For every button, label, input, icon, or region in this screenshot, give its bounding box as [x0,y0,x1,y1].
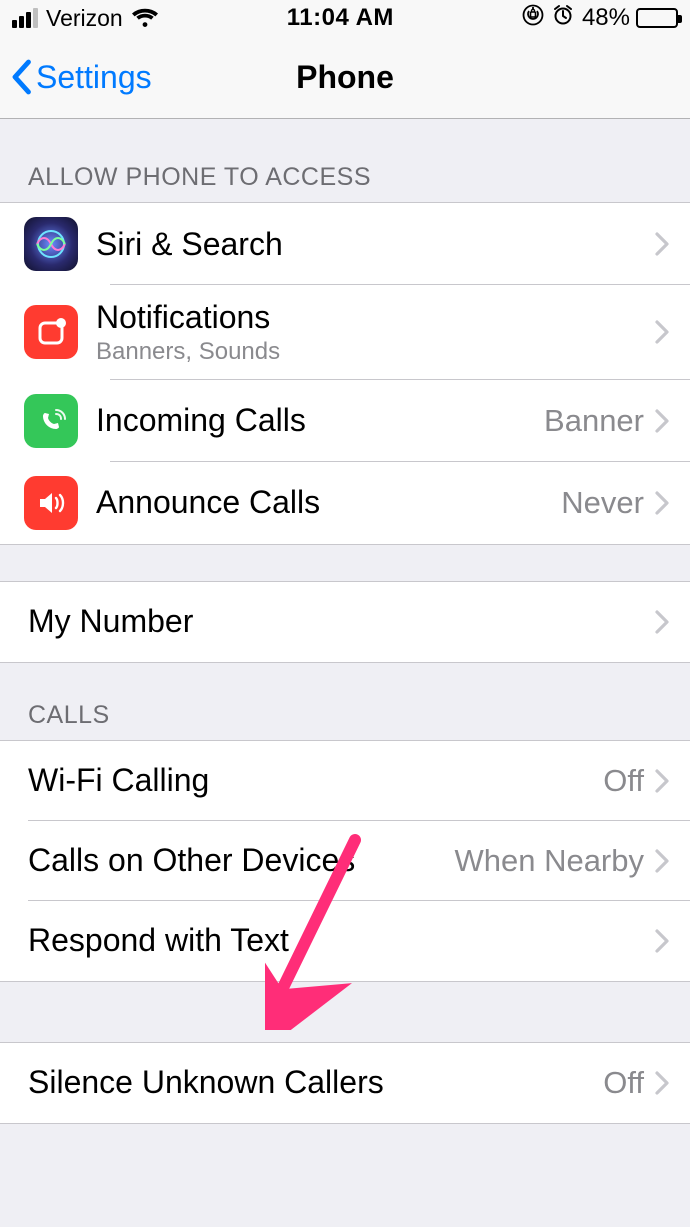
speaker-icon [24,476,78,530]
back-button[interactable]: Settings [0,59,152,96]
row-label: Siri & Search [96,226,654,263]
row-label: Announce Calls [96,484,561,521]
alarm-icon [552,4,574,33]
group-allow-access: Siri & Search Notifications Banners, Sou… [0,202,690,545]
battery-percent-label: 48% [582,4,630,32]
status-left: Verizon [12,5,159,32]
row-silence-unknown-callers[interactable]: Silence Unknown Callers Off [0,1043,690,1123]
chevron-right-icon [654,928,670,954]
notifications-icon [24,305,78,359]
row-notifications[interactable]: Notifications Banners, Sounds [0,285,690,380]
section-header-allow-access: Allow Phone to Access [0,119,690,202]
group-silence: Silence Unknown Callers Off [0,1042,690,1124]
row-announce-calls[interactable]: Announce Calls Never [0,462,690,544]
battery-indicator: 48% [582,4,678,32]
chevron-right-icon [654,1070,670,1096]
nav-bar: Settings Phone [0,36,690,119]
row-label: Notifications [96,299,654,336]
wifi-icon [131,7,159,29]
row-label: Silence Unknown Callers [28,1064,603,1101]
chevron-right-icon [654,319,670,345]
row-wifi-calling[interactable]: Wi-Fi Calling Off [0,741,690,821]
carrier-label: Verizon [46,5,123,32]
back-label: Settings [36,59,152,96]
row-siri-search[interactable]: Siri & Search [0,203,690,285]
chevron-right-icon [654,408,670,434]
row-label: Respond with Text [28,922,654,959]
row-label: Calls on Other Devices [28,842,454,879]
row-value: Off [603,1065,644,1101]
chevron-left-icon [10,59,32,95]
row-value: Never [561,485,644,521]
row-label: Wi-Fi Calling [28,762,603,799]
chevron-right-icon [654,609,670,635]
status-bar: Verizon 11:04 AM 48% [0,0,690,36]
row-label: My Number [28,603,654,640]
signal-strength-icon [12,8,38,28]
group-my-number: My Number [0,581,690,663]
row-respond-with-text[interactable]: Respond with Text [0,901,690,981]
row-sub: Banners, Sounds [96,338,654,366]
siri-icon [24,217,78,271]
rotation-lock-icon [522,4,544,33]
phone-icon [24,394,78,448]
status-time: 11:04 AM [287,4,394,32]
chevron-right-icon [654,768,670,794]
group-calls: Wi-Fi Calling Off Calls on Other Devices… [0,740,690,982]
row-calls-other-devices[interactable]: Calls on Other Devices When Nearby [0,821,690,901]
row-my-number[interactable]: My Number [0,582,690,662]
row-value: Off [603,763,644,799]
status-right: 48% [522,4,678,33]
chevron-right-icon [654,231,670,257]
chevron-right-icon [654,848,670,874]
row-label: Incoming Calls [96,402,544,439]
row-value: When Nearby [454,843,644,879]
row-value: Banner [544,403,644,439]
row-incoming-calls[interactable]: Incoming Calls Banner [0,380,690,462]
chevron-right-icon [654,490,670,516]
section-header-calls: Calls [0,663,690,740]
